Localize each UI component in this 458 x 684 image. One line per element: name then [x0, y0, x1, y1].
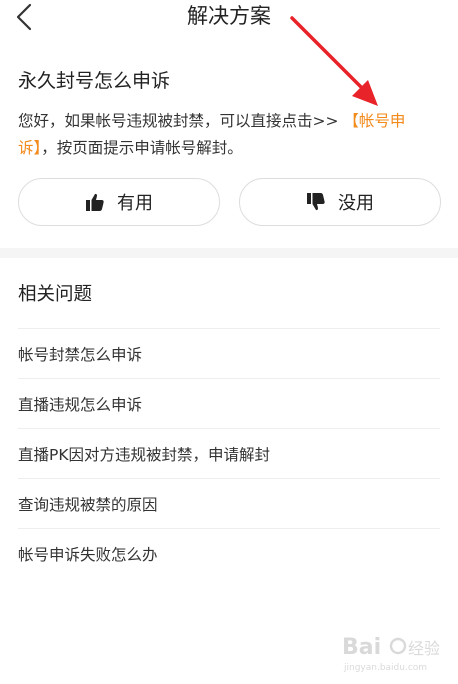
baidu-watermark: Bai 经验 jingyan.baidu.com — [342, 635, 440, 673]
question-title: 永久封号怎么申诉 — [18, 70, 171, 92]
thumbs-down-icon — [307, 193, 325, 211]
answer-text: 您好，如果帐号违规被封禁，可以直接点击>> 【帐号申诉】，按页面提示申请帐号解封… — [18, 108, 440, 162]
paw-icon — [389, 637, 407, 655]
thumbs-up-icon — [86, 193, 104, 211]
related-item[interactable]: 直播PK因对方违规被封禁，申请解封 — [18, 428, 440, 478]
answer-text-after: ，按页面提示申请帐号解封。 — [41, 139, 243, 157]
related-item[interactable]: 帐号申诉失败怎么办 — [18, 528, 440, 578]
useless-label: 没用 — [338, 193, 374, 214]
useful-button[interactable]: 有用 — [18, 178, 220, 226]
related-item[interactable]: 帐号封禁怎么申诉 — [18, 328, 440, 378]
help-solution-page: 解决方案 永久封号怎么申诉 您好，如果帐号违规被封禁，可以直接点击>> 【帐号申… — [0, 0, 458, 684]
related-title: 相关问题 — [18, 284, 93, 305]
related-item[interactable]: 直播违规怎么申诉 — [18, 378, 440, 428]
useless-button[interactable]: 没用 — [239, 178, 441, 226]
watermark-brand: Bai — [342, 635, 381, 660]
related-list: 帐号封禁怎么申诉 直播违规怎么申诉 直播PK因对方违规被封禁，申请解封 查询违规… — [18, 328, 440, 578]
useful-label: 有用 — [117, 193, 153, 214]
watermark-url: jingyan.baidu.com — [343, 663, 427, 673]
related-item[interactable]: 查询违规被禁的原因 — [18, 478, 440, 528]
section-divider — [0, 248, 458, 258]
header-bar: 解决方案 — [0, 0, 458, 36]
watermark-suffix: 经验 — [408, 639, 440, 658]
answer-text-before: 您好，如果帐号违规被封禁，可以直接点击>> — [18, 112, 344, 130]
page-title: 解决方案 — [187, 4, 271, 28]
